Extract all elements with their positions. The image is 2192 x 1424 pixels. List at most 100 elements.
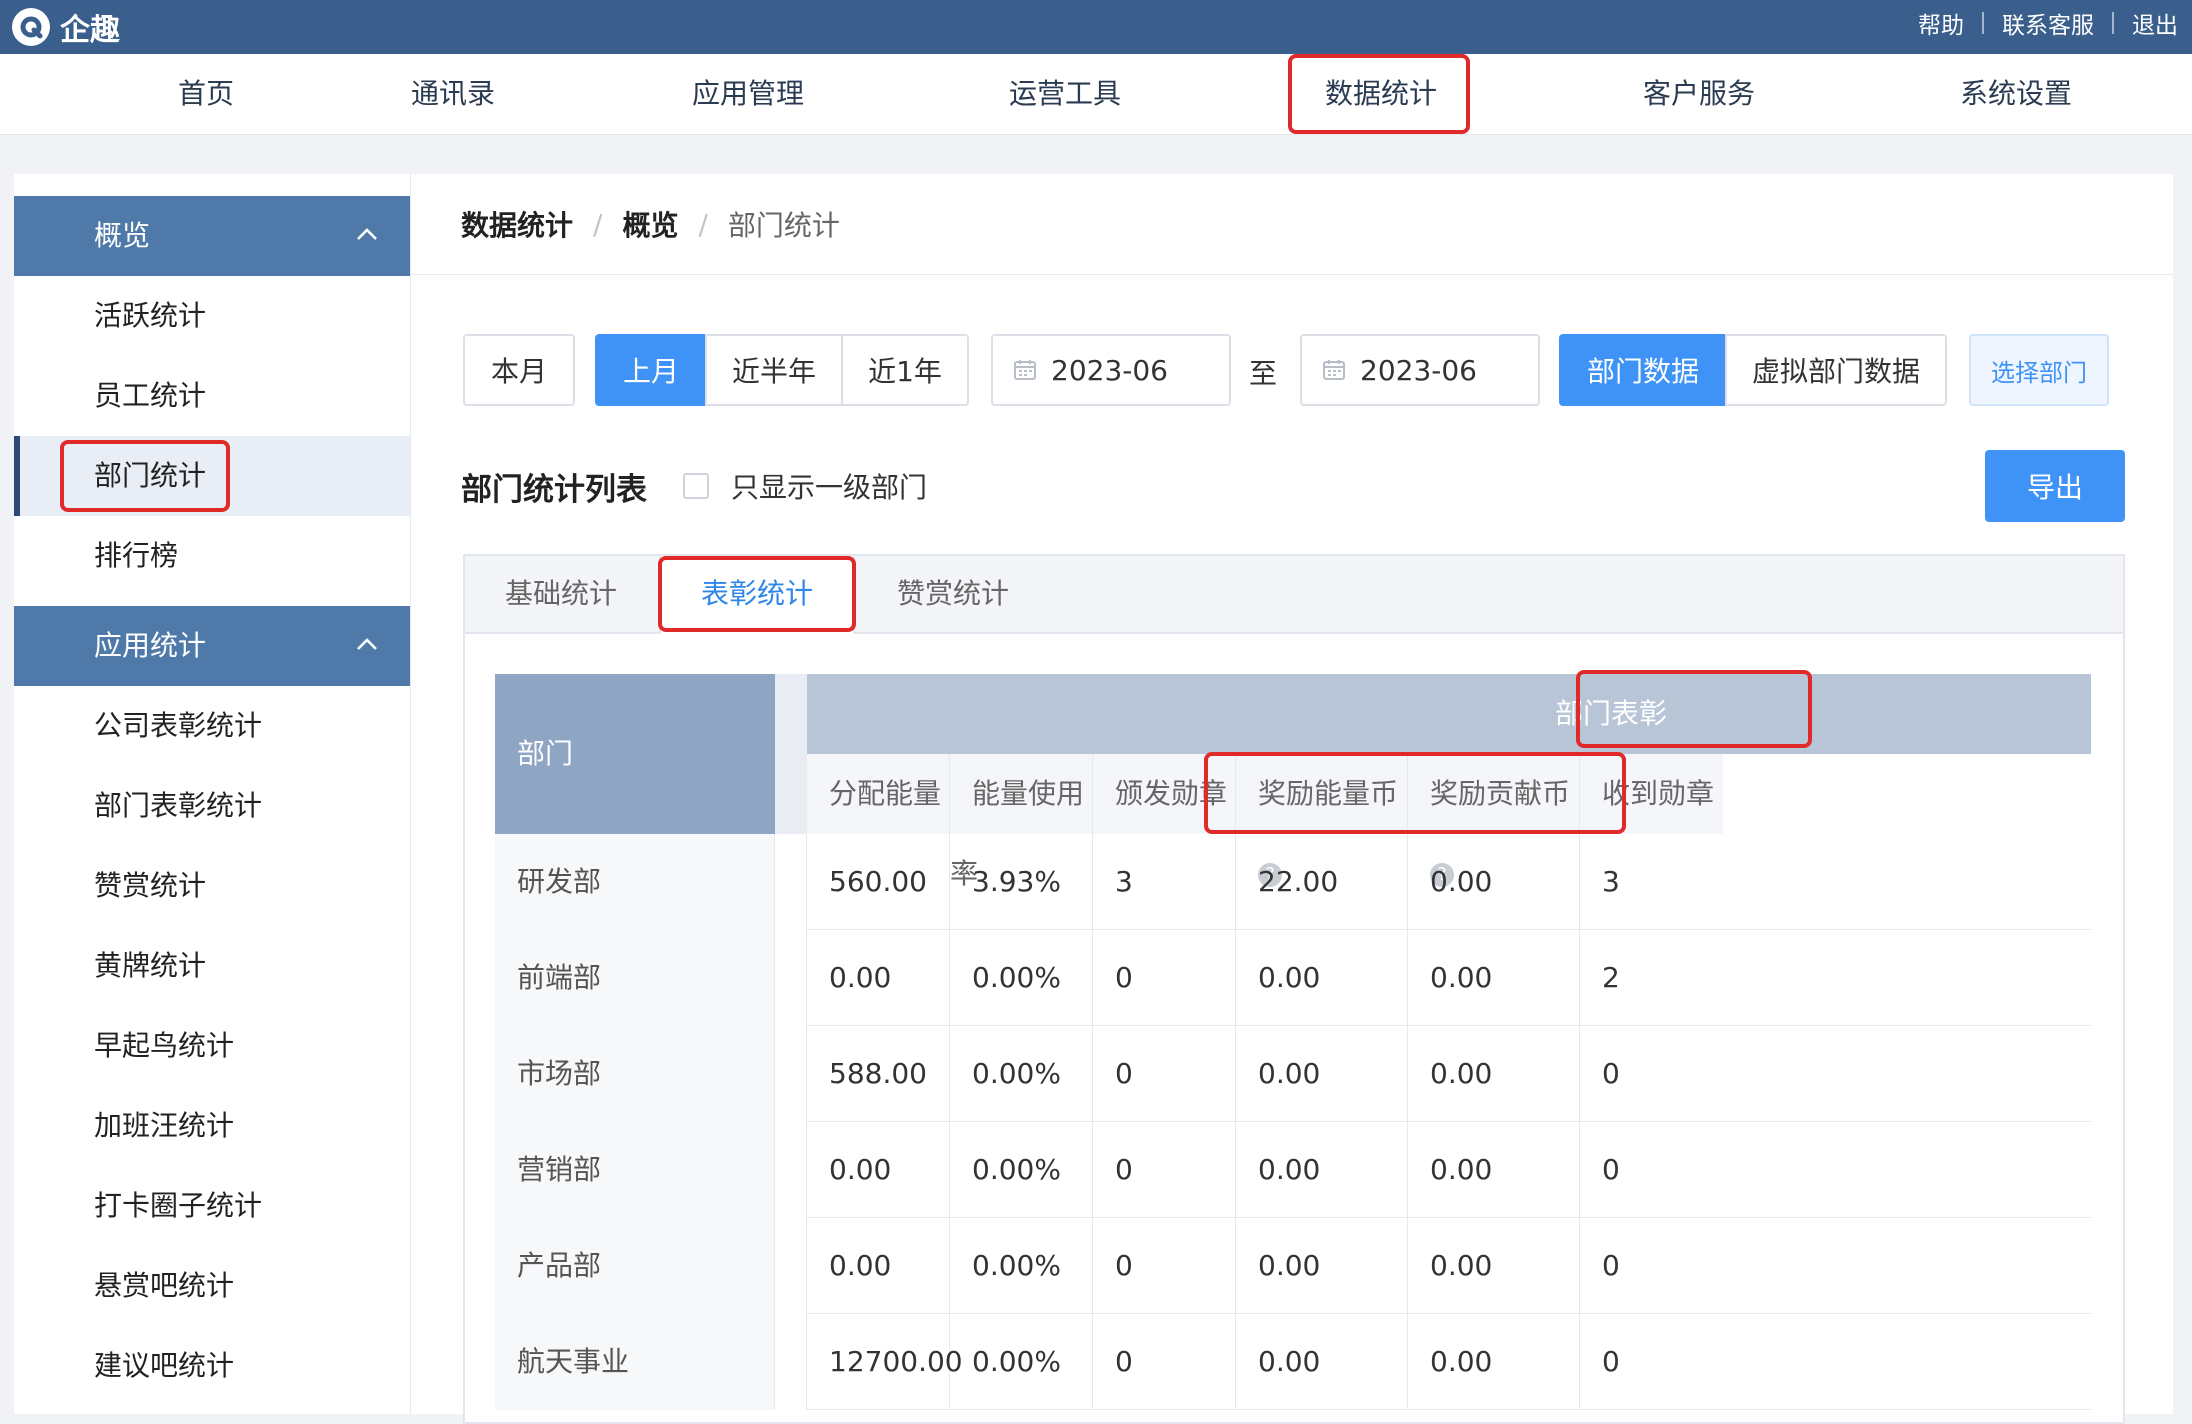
tab-praise-stats[interactable]: 表彰统计 <box>659 556 855 634</box>
gap-cell <box>775 834 807 930</box>
cell-text: 560.00 <box>829 865 927 898</box>
contact-support-link[interactable]: 联系客服 <box>2002 6 2094 40</box>
cell-text: 0.00 <box>1430 1153 1493 1186</box>
virtual-dept-data-button[interactable]: 虚拟部门数据 <box>1725 334 1947 406</box>
cell-text: 0.00% <box>972 1249 1061 1282</box>
breadcrumb-item[interactable]: 概览 <box>622 204 678 244</box>
sidebar-item-checkin-circle[interactable]: 打卡圈子统计 <box>14 1166 410 1246</box>
checkbox-box[interactable] <box>683 473 709 499</box>
sidebar-item-leaderboard[interactable]: 排行榜 <box>14 516 410 596</box>
export-button[interactable]: 导出 <box>1985 450 2125 522</box>
date-range-separator: 至 <box>1249 357 1278 390</box>
sidebar-item-company-praise[interactable]: 公司表彰统计 <box>14 686 410 766</box>
tab-appreciation-stats[interactable]: 赞赏统计 <box>897 556 1009 632</box>
column-header: 奖励能量币? <box>1236 754 1408 887</box>
sidebar-item-suggestion[interactable]: 建议吧统计 <box>14 1326 410 1406</box>
table-row: 研发部 560.00 3.93% 3 22.00 0.00 3 <box>495 834 2091 930</box>
period-one-year-button[interactable]: 近1年 <box>841 334 969 406</box>
sidebar-item-label: 早起鸟统计 <box>94 1029 235 1062</box>
cell-text: 航天事业 <box>517 1345 630 1378</box>
sidebar-item-label: 建议吧统计 <box>94 1349 235 1382</box>
table-cell: 0 <box>1093 1122 1236 1218</box>
main-nav: 首页 通讯录 应用管理 运营工具 数据统计 客户服务 系统设置 <box>0 54 2192 135</box>
cell-text: 0 <box>1115 1153 1133 1186</box>
table-cell: 12700.00 <box>807 1314 963 1410</box>
select-dept-button[interactable]: 选择部门 <box>1969 334 2109 406</box>
table-cell: 0.00 <box>1408 834 1580 930</box>
gap-cell <box>775 1314 807 1410</box>
column-header-label: 部门 <box>517 737 574 770</box>
nav-contacts[interactable]: 通讯录 <box>411 54 495 134</box>
tab-basic-stats[interactable]: 基础统计 <box>505 556 617 632</box>
app-logo[interactable]: 企趣 <box>12 4 120 50</box>
table-cell: 3.93% <box>950 834 1093 930</box>
sidebar-item-yellow-card[interactable]: 黄牌统计 <box>14 926 410 1006</box>
period-half-year-button[interactable]: 近半年 <box>705 334 843 406</box>
table-cell: 0 <box>1580 1218 1723 1314</box>
table-cell: 0.00% <box>950 930 1093 1026</box>
divider <box>1982 12 1984 34</box>
nav-system-settings[interactable]: 系统设置 <box>1960 54 2072 134</box>
column-header: 奖励贡献币? <box>1408 754 1580 887</box>
sidebar-item-active-stats[interactable]: 活跃统计 <box>14 276 410 356</box>
column-header-dept: 部门 <box>495 674 775 834</box>
top-level-only-checkbox[interactable]: 只显示一级部门 <box>683 466 927 506</box>
sidebar-item-bounty[interactable]: 悬赏吧统计 <box>14 1246 410 1326</box>
cell-text: 0.00 <box>1258 1249 1321 1282</box>
cell-text: 0 <box>1115 1057 1133 1090</box>
table-cell: 0 <box>1580 1026 1723 1122</box>
table-cell: 2 <box>1580 930 1723 1026</box>
start-date-value: 2023-06 <box>1051 353 1168 387</box>
logout-link[interactable]: 退出 <box>2132 6 2178 40</box>
breadcrumb-item[interactable]: 数据统计 <box>461 204 573 244</box>
start-date-picker[interactable]: 2023-06 <box>991 334 1231 406</box>
sidebar-item-overtime[interactable]: 加班汪统计 <box>14 1086 410 1166</box>
calendar-icon <box>1322 358 1346 382</box>
nav-app-management[interactable]: 应用管理 <box>692 54 804 134</box>
table-cell: 0.00 <box>1236 1122 1408 1218</box>
dept-data-button[interactable]: 部门数据 <box>1559 334 1727 406</box>
sidebar-item-appreciation[interactable]: 赞赏统计 <box>14 846 410 926</box>
table-cell: 0 <box>1580 1122 1723 1218</box>
table-cell: 560.00 <box>807 834 950 930</box>
table-cell: 0.00 <box>1408 930 1580 1026</box>
cell-text: 12700.00 <box>829 1345 963 1378</box>
cell-text: 0.00% <box>972 1057 1061 1090</box>
sidebar-group-overview[interactable]: 概览 <box>14 196 410 276</box>
logo-icon <box>12 8 50 46</box>
cell-text: 前端部 <box>517 961 602 994</box>
sidebar-item-dept-praise[interactable]: 部门表彰统计 <box>14 766 410 846</box>
breadcrumb: 数据统计 / 概览 / 部门统计 <box>461 174 840 274</box>
end-date-picker[interactable]: 2023-06 <box>1300 334 1540 406</box>
cell-text: 0 <box>1602 1345 1620 1378</box>
sidebar-item-employee-stats[interactable]: 员工统计 <box>14 356 410 436</box>
cell-text: 营销部 <box>517 1153 602 1186</box>
cell-text: 2 <box>1602 961 1620 994</box>
period-last-month-button[interactable]: 上月 <box>595 334 707 406</box>
sidebar-item-early-bird[interactable]: 早起鸟统计 <box>14 1006 410 1086</box>
sidebar-group-app-stats[interactable]: 应用统计 <box>14 606 410 686</box>
gap-cell <box>775 1026 807 1122</box>
cell-text: 3 <box>1602 865 1620 898</box>
nav-operation-tools[interactable]: 运营工具 <box>1009 54 1121 134</box>
sidebar-item-dept-stats[interactable]: 部门统计 <box>14 436 410 516</box>
cell-text: 0.00 <box>1430 865 1493 898</box>
sidebar-item-label: 公司表彰统计 <box>94 709 263 742</box>
period-this-month-button[interactable]: 本月 <box>463 334 575 406</box>
nav-home[interactable]: 首页 <box>178 54 234 134</box>
cell-text: 0.00 <box>1258 1057 1321 1090</box>
sidebar-item-label: 赞赏统计 <box>94 869 207 902</box>
cell-text: 产品部 <box>517 1249 602 1282</box>
cell-text: 0.00 <box>829 1153 892 1186</box>
nav-customer-service[interactable]: 客户服务 <box>1643 54 1755 134</box>
column-header-label: 奖励贡献币 <box>1430 777 1571 810</box>
column-header-label: 颁发勋章 <box>1115 777 1228 810</box>
cell-text: 0.00% <box>972 1345 1061 1378</box>
cell-text: 0.00 <box>1258 1153 1321 1186</box>
cell-text: 3.93% <box>972 865 1061 898</box>
cell-text: 市场部 <box>517 1057 602 1090</box>
table-row: 产品部 0.00 0.00% 0 0.00 0.00 0 <box>495 1218 2091 1314</box>
help-link[interactable]: 帮助 <box>1918 6 1964 40</box>
dept-name-cell: 航天事业 <box>495 1314 775 1410</box>
nav-data-statistics[interactable]: 数据统计 <box>1325 54 1437 134</box>
